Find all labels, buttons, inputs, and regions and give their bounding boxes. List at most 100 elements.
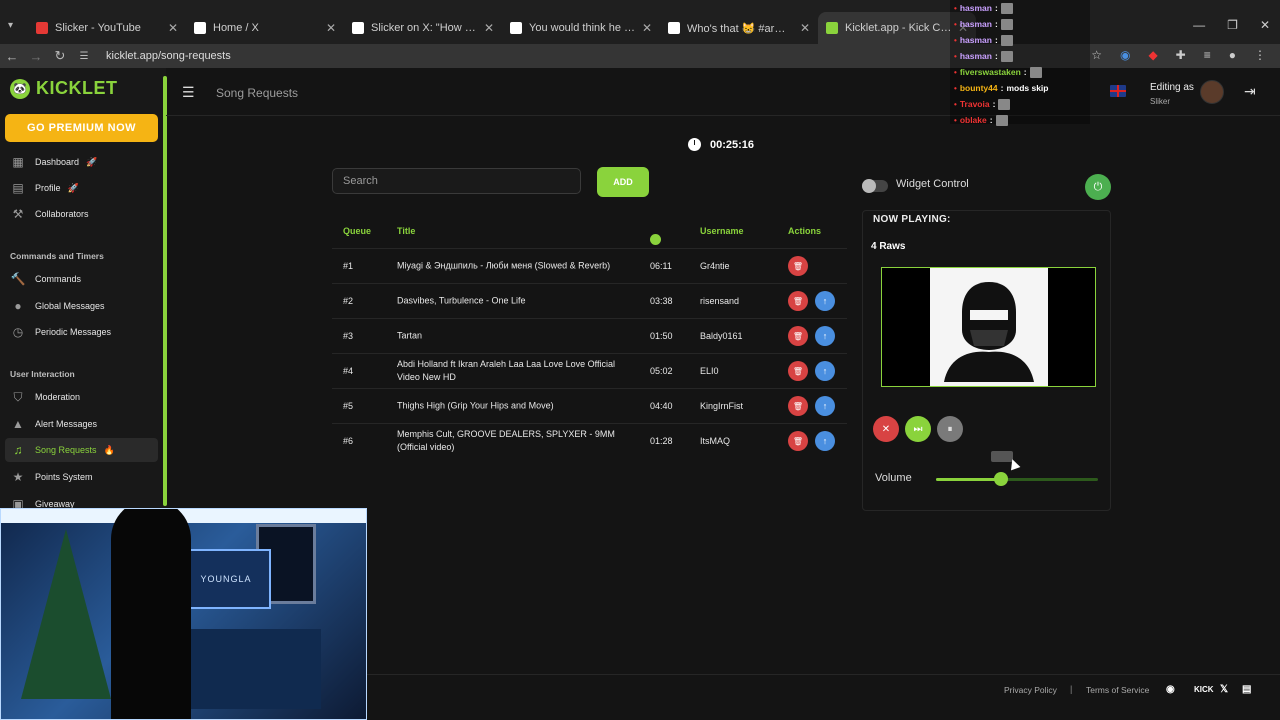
sidebar-item-label: Points System bbox=[35, 472, 93, 482]
url-field[interactable]: kicklet.app/song-requests bbox=[106, 50, 231, 62]
now-playing-panel: NOW PLAYING: 4 Raws ✕ ⏭ ⏸ Volume bbox=[862, 210, 1111, 511]
move-up-button[interactable]: ↑ bbox=[815, 361, 835, 381]
browser-tab-title: Slicker - YouTube bbox=[55, 22, 141, 34]
avatar[interactable] bbox=[1200, 80, 1224, 104]
requester-username: Gr4ntie bbox=[700, 261, 730, 271]
delete-song-button[interactable]: 🗑 bbox=[788, 361, 808, 381]
chat-colon: : bbox=[989, 115, 993, 125]
go-premium-button[interactable]: GO PREMIUM NOW bbox=[5, 114, 158, 142]
chat-badge-icon: • bbox=[954, 3, 957, 13]
move-up-button[interactable]: ↑ bbox=[815, 431, 835, 451]
song-title: Miyagi & Эндшпиль - Люби меня (Slowed & … bbox=[397, 260, 611, 271]
pause-button[interactable]: ⏸ bbox=[937, 416, 963, 442]
kicklet-icon bbox=[826, 22, 838, 34]
widget-control-toggle[interactable] bbox=[862, 179, 888, 193]
sidebar-item-periodic-messages[interactable]: ◷ Periodic Messages bbox=[5, 320, 158, 344]
kick-link[interactable]: KICK bbox=[1194, 685, 1214, 694]
close-tab-icon[interactable]: ✕ bbox=[800, 21, 810, 35]
menu-kebab-icon[interactable]: ⋮ bbox=[1254, 48, 1266, 62]
close-window-icon[interactable]: ✕ bbox=[1260, 18, 1270, 32]
song-duration: 06:11 bbox=[650, 261, 672, 271]
sidebar-item-points-system[interactable]: ★ Points System bbox=[5, 465, 158, 489]
uk-flag-icon[interactable] bbox=[1110, 85, 1126, 97]
kicklet-logo[interactable]: 🐼 KICKLET bbox=[10, 78, 118, 99]
volume-handle[interactable] bbox=[993, 472, 1008, 486]
close-tab-icon[interactable]: ✕ bbox=[642, 21, 652, 35]
close-tab-icon[interactable]: ✕ bbox=[168, 21, 178, 35]
x-logo-icon[interactable]: 𝕏 bbox=[1220, 684, 1228, 695]
sidebar-item-moderation[interactable]: ⛉ Moderation bbox=[5, 385, 158, 409]
star-icon: ★ bbox=[12, 470, 24, 484]
clock-icon bbox=[650, 234, 661, 245]
sidebar-item-profile[interactable]: ▤ Profile 🚀 bbox=[5, 176, 158, 200]
terms-link[interactable]: Terms of Service bbox=[1086, 685, 1149, 695]
streamer-silhouette bbox=[111, 509, 191, 719]
move-up-button[interactable]: ↑ bbox=[815, 326, 835, 346]
logout-icon[interactable]: ⇥ bbox=[1244, 83, 1256, 100]
chat-emote-icon bbox=[1000, 50, 1013, 62]
sidebar-item-commands[interactable]: 🔨 Commands bbox=[5, 267, 158, 291]
chat-message: • fiverswastaken: bbox=[950, 64, 1090, 80]
requester-username: ELI0 bbox=[700, 366, 719, 376]
tab-list-icon[interactable]: ≡ bbox=[1204, 48, 1211, 62]
menu-toggle-icon[interactable]: ☰ bbox=[182, 84, 195, 101]
minimize-icon[interactable]: — bbox=[1193, 18, 1205, 32]
requester-username: ItsMAQ bbox=[700, 436, 731, 446]
extension-icon[interactable]: ◆ bbox=[1148, 48, 1157, 62]
browser-tab[interactable]: Home / X ✕ bbox=[186, 12, 344, 44]
clock-icon bbox=[688, 138, 701, 151]
delete-song-button[interactable]: 🗑 bbox=[788, 256, 808, 276]
forward-icon[interactable]: → bbox=[24, 49, 48, 64]
delete-song-button[interactable]: 🗑 bbox=[788, 431, 808, 451]
sidebar-item-collaborators[interactable]: ⚒ Collaborators bbox=[5, 202, 158, 226]
skip-button[interactable]: ⏭ bbox=[905, 416, 931, 442]
requester-username: risensand bbox=[700, 296, 740, 306]
table-row: #1 Miyagi & Эндшпиль - Люби меня (Slowed … bbox=[332, 248, 847, 283]
close-tab-icon[interactable]: ✕ bbox=[326, 21, 336, 35]
extension-icon[interactable]: ◉ bbox=[1120, 48, 1130, 62]
delete-song-button[interactable]: 🗑 bbox=[788, 291, 808, 311]
stop-button[interactable]: ✕ bbox=[873, 416, 899, 442]
tab-search-icon[interactable]: ▾ bbox=[8, 20, 13, 31]
browser-tab[interactable]: Who's that 😸 #armantsarukya ✕ bbox=[660, 12, 818, 44]
privacy-policy-link[interactable]: Privacy Policy bbox=[1004, 685, 1057, 695]
chat-username: oblake bbox=[959, 115, 987, 125]
chat-username: hasman bbox=[959, 35, 992, 45]
bookmark-star-icon[interactable]: ☆ bbox=[1091, 48, 1102, 62]
sidebar-item-song-requests[interactable]: ♫ Song Requests 🔥 bbox=[5, 438, 158, 462]
site-info-icon[interactable]: ☰ bbox=[72, 51, 96, 62]
power-icon[interactable]: ⏻ bbox=[1085, 174, 1111, 200]
discord-icon[interactable]: ◉ bbox=[1166, 684, 1175, 695]
browser-tab[interactable]: Slicker - YouTube ✕ bbox=[28, 12, 186, 44]
chat-colon: : bbox=[994, 51, 998, 61]
sidebar-item-global-messages[interactable]: ● Global Messages bbox=[5, 294, 158, 318]
back-icon[interactable]: ← bbox=[0, 49, 24, 64]
document-icon[interactable]: ▤ bbox=[1242, 684, 1251, 695]
sidebar-scrollbar[interactable] bbox=[163, 76, 167, 506]
video-player[interactable] bbox=[881, 267, 1096, 387]
move-up-button[interactable]: ↑ bbox=[815, 291, 835, 311]
delete-song-button[interactable]: 🗑 bbox=[788, 326, 808, 346]
chat-username: fiverswastaken bbox=[959, 67, 1021, 77]
profile-icon[interactable]: ● bbox=[1229, 48, 1236, 62]
table-row: #3 Tartan 01:50 Baldy0161 🗑 ↑ bbox=[332, 318, 847, 353]
sidebar-item-dashboard[interactable]: ▦ Dashboard 🚀 bbox=[5, 150, 158, 174]
chat-badge-icon: • bbox=[954, 99, 957, 109]
add-button[interactable]: ADD bbox=[597, 167, 649, 197]
browser-tab[interactable]: Slicker on X: "How it started vs h ✕ bbox=[344, 12, 502, 44]
search-input[interactable] bbox=[332, 168, 581, 194]
volume-slider[interactable] bbox=[936, 472, 1098, 486]
sidebar-item-alert-messages[interactable]: ▲ Alert Messages bbox=[5, 412, 158, 436]
reload-icon[interactable]: ↻ bbox=[48, 48, 72, 64]
maximize-icon[interactable]: ❐ bbox=[1227, 18, 1238, 32]
extensions-puzzle-icon[interactable]: ✚ bbox=[1176, 48, 1186, 62]
song-duration: 01:28 bbox=[650, 436, 673, 446]
column-title: Title bbox=[397, 226, 416, 236]
sidebar-item-label: Periodic Messages bbox=[35, 327, 112, 337]
browser-tab[interactable]: You would think he has learned ✕ bbox=[502, 12, 660, 44]
chat-emote-icon bbox=[995, 114, 1008, 126]
move-up-button[interactable]: ↑ bbox=[815, 396, 835, 416]
close-tab-icon[interactable]: ✕ bbox=[484, 21, 494, 35]
window-controls: — ❐ ✕ bbox=[1193, 18, 1270, 32]
delete-song-button[interactable]: 🗑 bbox=[788, 396, 808, 416]
